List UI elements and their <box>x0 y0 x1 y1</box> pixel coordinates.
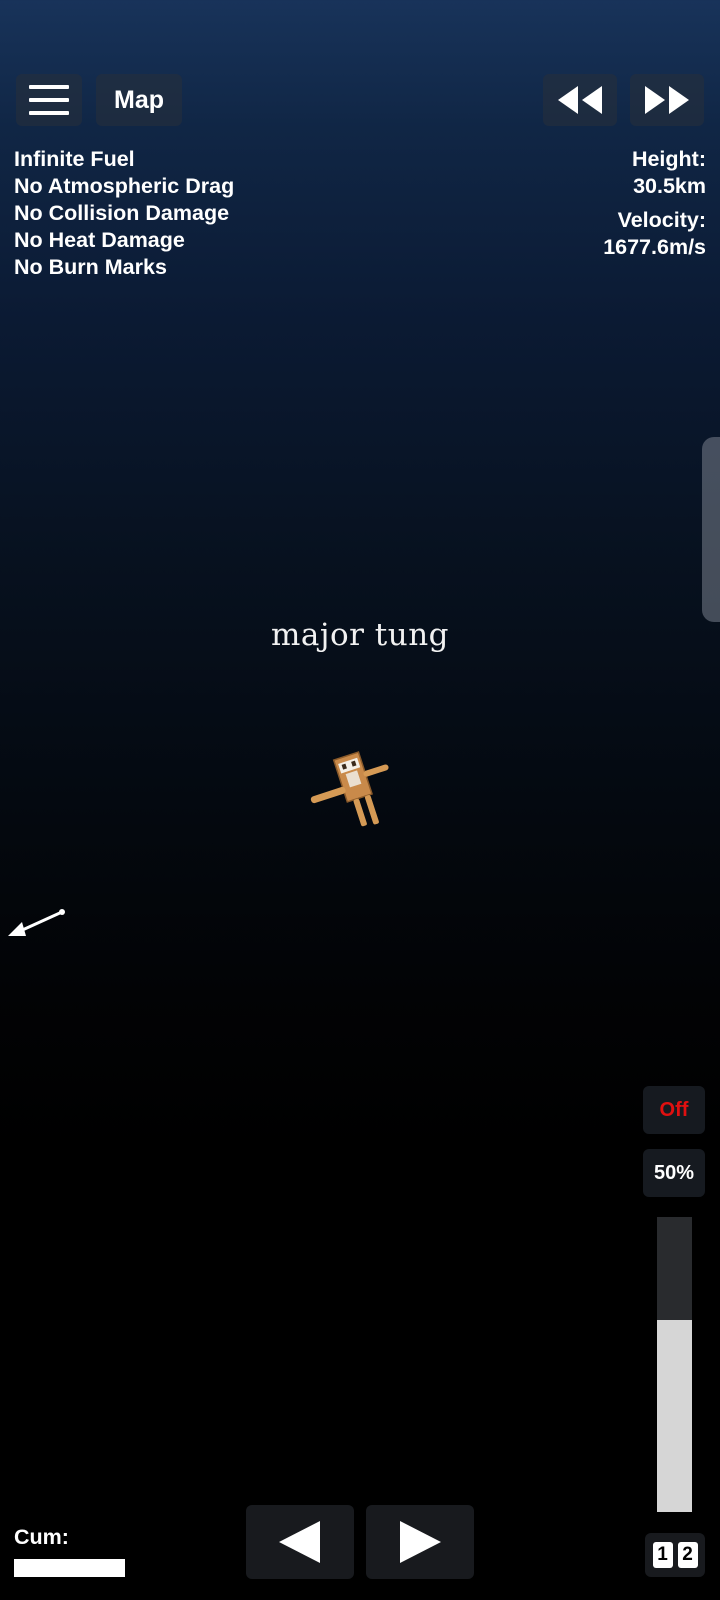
velocity-value: 1677.6m/s <box>603 235 706 259</box>
previous-button[interactable] <box>246 1505 354 1579</box>
side-drawer-handle[interactable] <box>702 437 720 622</box>
next-button[interactable] <box>366 1505 474 1579</box>
prograde-arrow-icon <box>8 909 65 936</box>
engine-toggle-button[interactable]: Off <box>643 1086 705 1134</box>
throttle-fill <box>657 1320 692 1512</box>
right-triangle-icon <box>400 1521 441 1563</box>
cheat-item: No Burn Marks <box>14 255 167 279</box>
page-switch-button[interactable]: 1 2 <box>645 1533 705 1577</box>
gauge-fill <box>14 1559 125 1577</box>
hamburger-icon <box>29 85 69 115</box>
craft-sprite[interactable] <box>300 745 420 845</box>
cheat-item: No Atmospheric Drag <box>14 174 235 198</box>
menu-button[interactable] <box>16 74 82 126</box>
left-triangle-icon <box>279 1521 320 1563</box>
page-number-2: 2 <box>677 1542 698 1568</box>
rewind-icon <box>558 86 602 114</box>
page-number-1: 1 <box>652 1542 673 1568</box>
cheat-item: No Heat Damage <box>14 228 185 252</box>
fast-forward-icon <box>645 86 689 114</box>
gauge-bar <box>14 1559 125 1577</box>
throttle-slider[interactable] <box>657 1217 692 1512</box>
telemetry-panel: Height: 30.5km Velocity: 1677.6m/s <box>603 146 706 261</box>
rewind-button[interactable] <box>543 74 617 126</box>
craft-name-label: major tung <box>270 617 450 653</box>
height-value: 30.5km <box>633 174 706 198</box>
fast-forward-button[interactable] <box>630 74 704 126</box>
cheat-list: Infinite Fuel No Atmospheric Drag No Col… <box>14 146 234 281</box>
throttle-percent-button[interactable]: 50% <box>643 1149 705 1197</box>
map-button[interactable]: Map <box>96 74 182 126</box>
height-label: Height: <box>631 147 706 171</box>
velocity-label: Velocity: <box>617 208 706 232</box>
cheat-item: No Collision Damage <box>14 201 230 225</box>
gauge-label: Cum: <box>14 1525 69 1549</box>
cheat-item: Infinite Fuel <box>14 147 135 171</box>
